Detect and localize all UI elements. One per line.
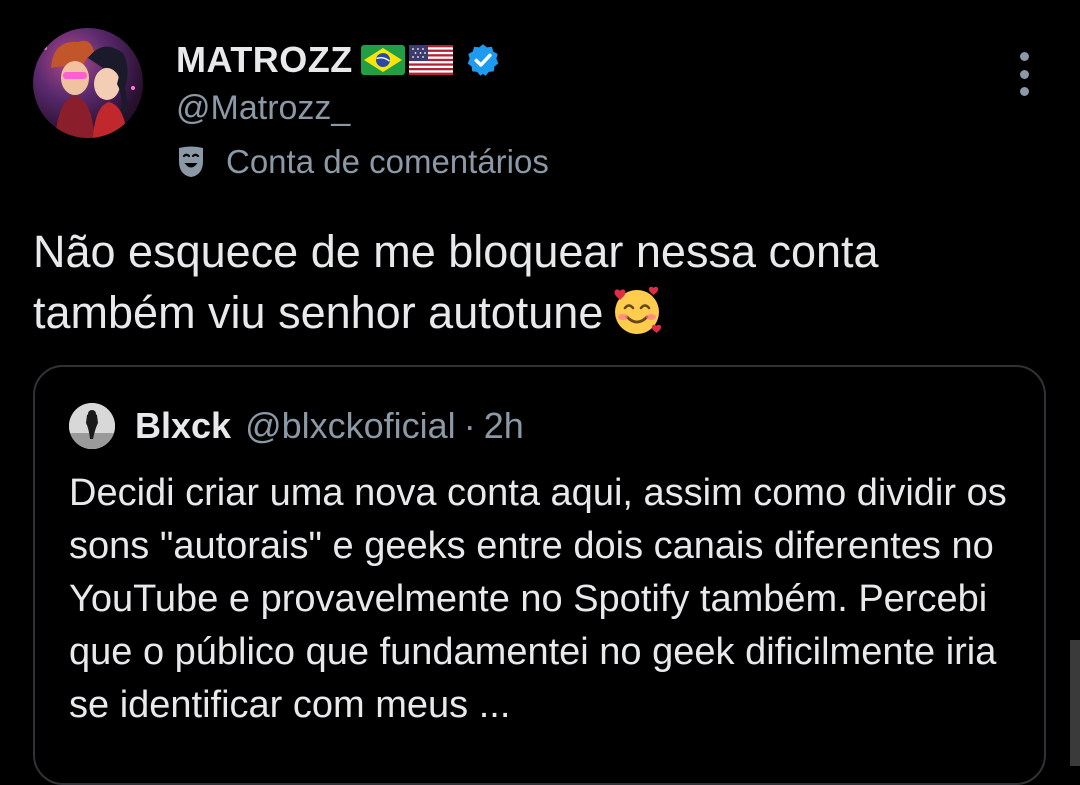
tweet-text: Não esquece de me bloquear nessa conta t… [33, 226, 879, 338]
account-label: Conta de comentários [176, 140, 549, 184]
account-label-text: Conta de comentários [226, 143, 549, 180]
quoted-tweet-text: Decidi criar uma nova conta aqui, assim … [69, 472, 1007, 726]
more-options-button[interactable] [1008, 52, 1040, 96]
quoted-timestamp: 2h [483, 405, 524, 446]
tweet-body: Não esquece de me bloquear nessa conta t… [33, 222, 1043, 343]
quoted-tweet-header: Blxck @blxckoficial · 2h [69, 403, 524, 449]
quoted-author-handle: @blxckoficial [245, 405, 456, 446]
theater-mask-icon [176, 145, 206, 179]
author-handle[interactable]: @Matrozz_ [176, 89, 350, 128]
author-avatar[interactable] [33, 28, 143, 138]
more-icon-dot [1019, 69, 1029, 79]
quoted-author-avatar [69, 403, 115, 449]
quoted-author-name: Blxck [135, 405, 232, 446]
brazil-flag-icon [360, 45, 405, 75]
usa-flag-icon [408, 45, 453, 75]
more-icon-dot [1019, 52, 1029, 61]
verified-badge-icon[interactable] [465, 42, 501, 78]
scrollbar[interactable] [1070, 640, 1080, 766]
smiling-face-with-hearts-icon [609, 282, 665, 338]
author-display-name[interactable]: MATROZZ [176, 39, 353, 81]
author-name-row[interactable]: MATROZZ [176, 38, 501, 82]
quoted-separator: · [463, 405, 476, 446]
more-icon-dot [1019, 87, 1029, 96]
quoted-tweet-card[interactable]: Blxck @blxckoficial · 2h Decidi criar um… [33, 365, 1046, 785]
